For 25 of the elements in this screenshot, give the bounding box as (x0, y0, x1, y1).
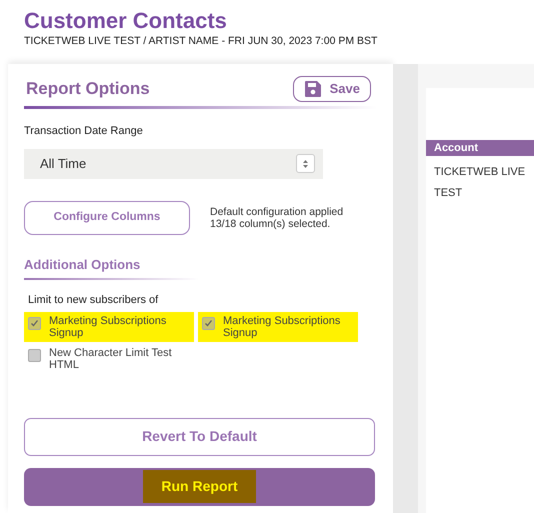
option-label: Marketing Subscriptions Signup (49, 314, 168, 338)
check-icon (204, 318, 213, 328)
field-label: Transaction Date Range (24, 124, 144, 139)
section-title: Additional Options (24, 256, 142, 274)
table-cell-text: TICKETWEB LIVE (433, 165, 526, 180)
date-range-select[interactable]: All Time (24, 148, 323, 178)
event-subtitle: TICKETWEB LIVE TEST / ARTIST NAME - FRI JUN 30, 2023 7:00 PM BST (24, 34, 378, 48)
configure-columns-button[interactable]: Configure Columns (24, 200, 190, 234)
section-title: Report Options (26, 78, 150, 100)
checkbox[interactable] (28, 348, 41, 362)
checkbox[interactable] (28, 316, 41, 330)
page-title: Customer Contacts (24, 8, 228, 34)
configuration-note: Default configuration applied (210, 206, 344, 218)
configuration-note: 13/18 column(s) selected. (210, 218, 332, 230)
check-icon (30, 318, 39, 328)
table-cell-text: TEST (433, 186, 464, 201)
column-header: Account (426, 140, 534, 156)
revert-button[interactable]: Revert To Default (24, 418, 375, 456)
field-label: Limit to new subscribers of (28, 293, 160, 308)
checkbox[interactable] (202, 316, 215, 330)
stepper-icon (296, 154, 315, 173)
option-label: Marketing Subscriptions Signup (223, 314, 342, 338)
run-report-button[interactable]: Run Report (24, 468, 375, 506)
option-label: New Character Limit Test HTML (49, 346, 173, 370)
save-button[interactable]: Save (292, 76, 371, 102)
